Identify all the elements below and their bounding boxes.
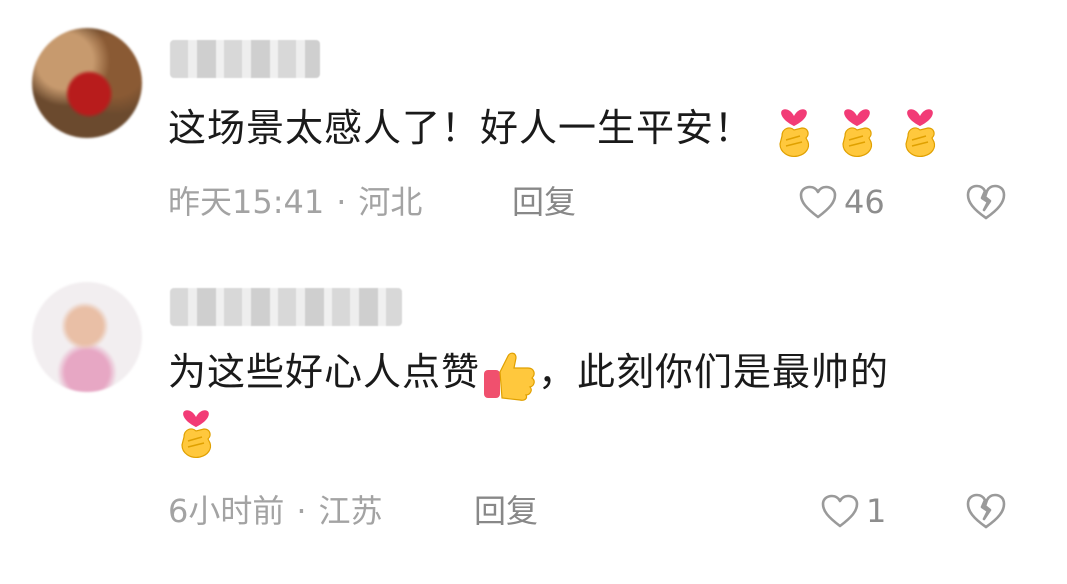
comment-text-body: 这场景太感人了！好人一生平安！: [168, 106, 754, 150]
comment-meta: 6小时前 · 江苏: [168, 491, 383, 531]
avatar[interactable]: [32, 28, 142, 138]
broken-heart-icon: [966, 184, 1006, 220]
heart-hands-emoji: [779, 108, 810, 157]
broken-heart-icon: [966, 493, 1006, 529]
comment-location: 河北: [358, 183, 423, 221]
comment-text: 这场景太感人了！好人一生平安！: [168, 100, 997, 160]
meta-separator: ·: [336, 183, 347, 221]
like-count: 46: [844, 183, 885, 221]
reply-button[interactable]: 回复: [512, 182, 576, 222]
heart-hands-emoji: [842, 108, 873, 157]
heart-hands-emoji: [181, 410, 212, 458]
comment-meta: 昨天15:41 · 河北: [168, 182, 422, 222]
comment-time: 6小时前: [168, 492, 285, 530]
heart-hands-emoji: [905, 108, 936, 157]
like-button[interactable]: 1: [820, 491, 886, 531]
meta-separator: ·: [296, 492, 307, 530]
comment-text-body: 为这些好心人点赞: [168, 350, 481, 394]
username-blurred[interactable]: [170, 288, 402, 326]
dislike-button[interactable]: [964, 491, 1008, 535]
like-count: 1: [866, 492, 887, 530]
dislike-button[interactable]: [964, 182, 1008, 226]
avatar[interactable]: [32, 282, 142, 392]
thumbs-up-emoji: [484, 352, 535, 401]
comment-location: 江苏: [318, 492, 383, 530]
heart-outline-icon: [799, 185, 837, 219]
reply-button[interactable]: 回复: [474, 491, 538, 531]
comment-text-tail: ，此刻你们是最帅的: [538, 350, 890, 394]
heart-outline-icon: [821, 494, 859, 528]
username-blurred[interactable]: [170, 40, 320, 78]
comment-time: 昨天15:41: [168, 183, 325, 221]
comment-text: 为这些好心人点赞 ，此刻你们是最帅的: [168, 344, 997, 461]
like-button[interactable]: 46: [798, 182, 885, 222]
